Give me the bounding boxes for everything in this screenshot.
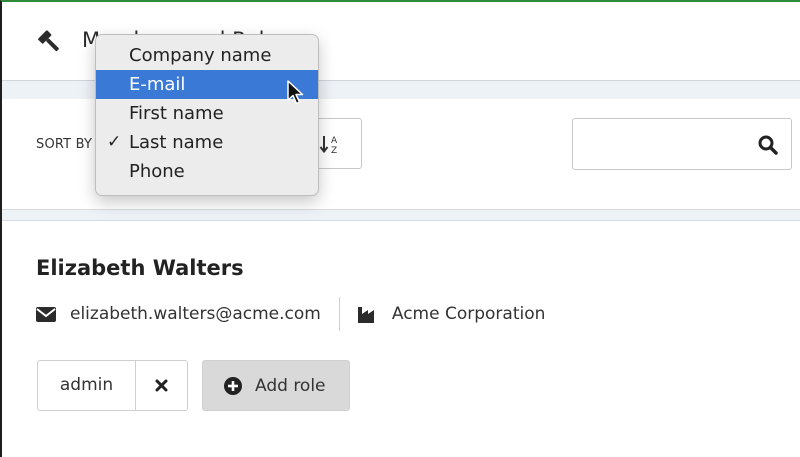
add-role-button[interactable]: Add role <box>202 360 350 411</box>
member-email[interactable]: elizabeth.walters@acme.com <box>70 304 321 324</box>
close-icon <box>155 379 168 392</box>
svg-text:A: A <box>331 136 338 146</box>
member-contact: elizabeth.walters@acme.com Acme Corporat… <box>36 297 546 331</box>
role-tag: admin <box>37 360 188 411</box>
sort-option-last-name[interactable]: ✓ Last name <box>96 128 318 157</box>
plus-circle-icon <box>224 376 242 395</box>
envelope-icon <box>36 306 56 322</box>
search-box <box>572 118 792 170</box>
sort-option-first-name[interactable]: First name <box>96 99 318 128</box>
search-button[interactable] <box>743 119 791 169</box>
svg-text:Z: Z <box>331 146 337 155</box>
toolbar-bottom-band <box>2 210 800 221</box>
sort-alpha-down-icon: A Z <box>319 136 338 155</box>
member-name: Elizabeth Walters <box>36 256 244 280</box>
role-tag-label: admin <box>38 361 136 410</box>
mouse-pointer-icon <box>287 80 304 105</box>
gavel-icon <box>38 30 59 52</box>
sort-option-company-name[interactable]: Company name <box>96 41 318 70</box>
sort-option-email[interactable]: E-mail <box>96 70 318 99</box>
search-icon <box>758 135 778 155</box>
search-input[interactable] <box>573 119 743 169</box>
sort-by-dropdown-menu: Company name E-mail First name ✓ Last na… <box>95 34 319 196</box>
checkmark-icon: ✓ <box>107 132 122 152</box>
contact-divider <box>338 297 340 331</box>
sort-option-phone[interactable]: Phone <box>96 157 318 186</box>
remove-role-button[interactable] <box>136 361 188 410</box>
add-role-label: Add role <box>255 375 326 396</box>
member-company: Acme Corporation <box>391 304 546 324</box>
sort-by-label: SORT BY <box>36 137 93 152</box>
industry-icon <box>357 307 374 323</box>
